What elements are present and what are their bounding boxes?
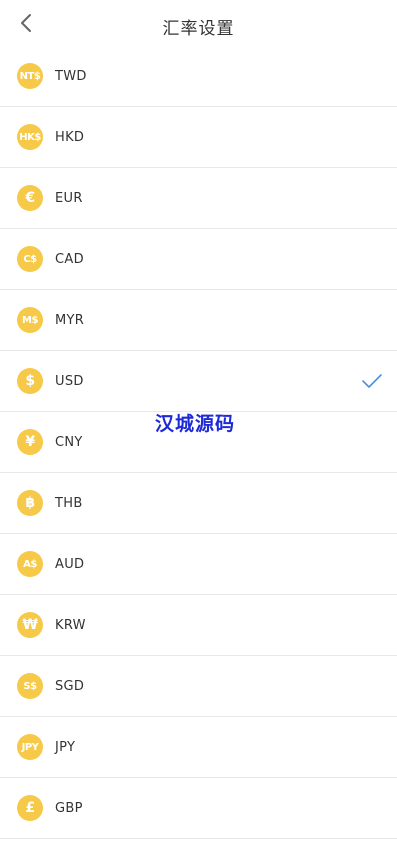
currency-symbol: JPY <box>21 741 39 753</box>
cny-coin-icon: ¥ <box>17 429 43 455</box>
cad-coin-icon: C$ <box>17 246 43 272</box>
currency-row-twd[interactable]: NT$ TWD <box>0 46 397 107</box>
currency-symbol: € <box>25 190 35 206</box>
currency-code: CAD <box>55 251 84 267</box>
thb-coin-icon: ฿ <box>17 490 43 516</box>
currency-row-aud[interactable]: A$ AUD <box>0 534 397 595</box>
gbp-coin-icon: £ <box>17 795 43 821</box>
currency-row-sgd[interactable]: S$ SGD <box>0 656 397 717</box>
currency-code: GBP <box>55 800 83 816</box>
currency-symbol: M$ <box>22 314 38 326</box>
currency-row-thb[interactable]: ฿ THB <box>0 473 397 534</box>
currency-symbol: HK$ <box>19 131 41 143</box>
currency-row-gbp[interactable]: £ GBP <box>0 778 397 839</box>
currency-code: MYR <box>55 312 85 328</box>
sgd-coin-icon: S$ <box>17 673 43 699</box>
krw-coin-icon: ₩ <box>17 612 43 638</box>
hkd-coin-icon: HK$ <box>17 124 43 150</box>
nav-bar: 汇率设置 <box>0 0 397 46</box>
currency-symbol: A$ <box>23 558 37 570</box>
currency-row-krw[interactable]: ₩ KRW <box>0 595 397 656</box>
currency-row-cad[interactable]: C$ CAD <box>0 229 397 290</box>
checkmark-icon <box>362 374 382 388</box>
currency-symbol: NT$ <box>19 70 41 82</box>
currency-symbol: ₩ <box>22 617 38 633</box>
currency-row-jpy[interactable]: JPY JPY <box>0 717 397 778</box>
currency-code: SGD <box>55 678 85 694</box>
currency-code: TWD <box>55 68 87 84</box>
currency-code: AUD <box>55 556 85 572</box>
currency-symbol: ฿ <box>25 495 35 511</box>
currency-code: THB <box>55 495 83 511</box>
eur-coin-icon: € <box>17 185 43 211</box>
currency-code: KRW <box>55 617 86 633</box>
usd-coin-icon: $ <box>17 368 43 394</box>
currency-code: USD <box>55 373 84 389</box>
currency-row-hkd[interactable]: HK$ HKD <box>0 107 397 168</box>
jpy-coin-icon: JPY <box>17 734 43 760</box>
currency-code: HKD <box>55 129 85 145</box>
twd-coin-icon: NT$ <box>17 63 43 89</box>
currency-symbol: £ <box>25 800 35 816</box>
currency-symbol: S$ <box>23 680 37 692</box>
currency-row-cny[interactable]: ¥ CNY <box>0 412 397 473</box>
currency-code: JPY <box>55 739 76 755</box>
currency-symbol: ¥ <box>25 434 35 450</box>
currency-code: EUR <box>55 190 83 206</box>
currency-symbol: C$ <box>23 253 37 265</box>
currency-row-myr[interactable]: M$ MYR <box>0 290 397 351</box>
currency-symbol: $ <box>25 373 35 389</box>
page-title: 汇率设置 <box>162 19 235 39</box>
currency-row-usd[interactable]: $ USD <box>0 351 397 412</box>
currency-row-eur[interactable]: € EUR <box>0 168 397 229</box>
aud-coin-icon: A$ <box>17 551 43 577</box>
currency-list: NT$ TWD HK$ HKD € EUR C$ CAD M$ MYR $ USD ¥ CNY ฿ THB A$… <box>0 46 397 839</box>
myr-coin-icon: M$ <box>17 307 43 333</box>
currency-code: CNY <box>55 434 83 450</box>
